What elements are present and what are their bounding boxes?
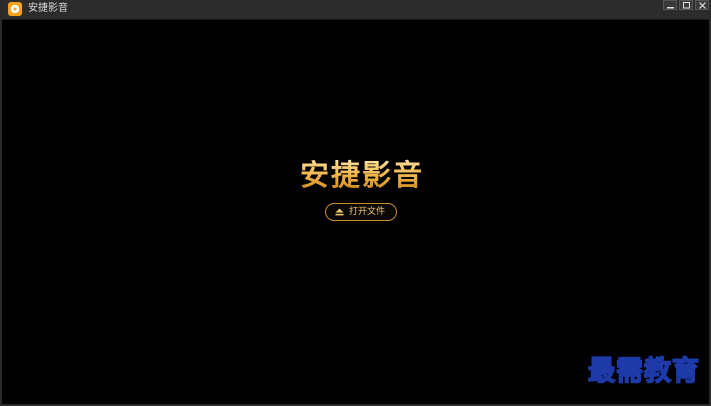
brand-title: 安捷影音 — [242, 158, 482, 192]
maximize-button[interactable] — [679, 0, 693, 10]
minimize-icon — [667, 7, 674, 9]
window-controls — [663, 0, 709, 11]
window-title: 安捷影音 — [28, 3, 68, 14]
close-button[interactable] — [695, 0, 709, 10]
eject-icon — [335, 208, 344, 216]
title-bar[interactable]: 安捷影音 — [2, 0, 709, 20]
open-file-button[interactable]: 打开文件 — [325, 203, 397, 221]
play-logo-icon — [8, 2, 22, 16]
app-window: 安捷影音 安捷影音 打开文件 最需教育 — [0, 0, 711, 406]
watermark-text: 最需教育 — [587, 355, 700, 388]
minimize-button[interactable] — [663, 0, 677, 10]
close-icon — [699, 2, 706, 9]
open-file-label: 打开文件 — [349, 207, 386, 217]
maximize-icon — [683, 2, 690, 9]
video-area[interactable]: 安捷影音 打开文件 — [2, 20, 709, 404]
